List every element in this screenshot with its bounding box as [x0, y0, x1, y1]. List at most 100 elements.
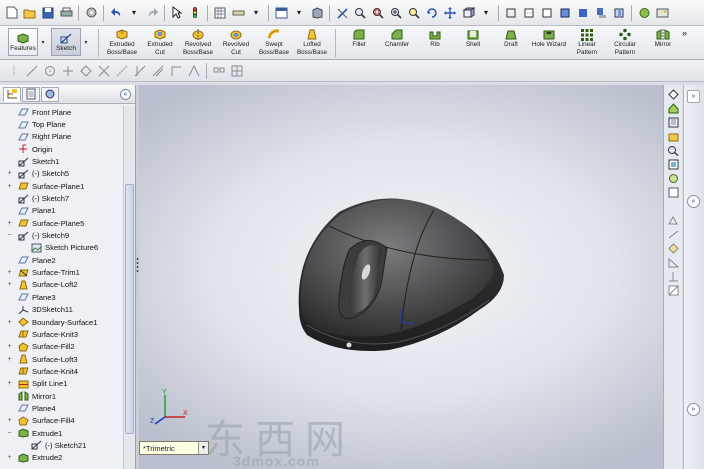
expand-toggle[interactable]: + [6, 170, 13, 177]
tree-item[interactable]: Front Plane [0, 106, 122, 118]
revolved-boss-base-button[interactable]: Revolved Boss/Base [179, 28, 217, 57]
redo-icon[interactable] [145, 6, 159, 20]
save-icon[interactable] [41, 6, 55, 20]
task-pane-more-button[interactable]: » [687, 90, 700, 103]
tree-item[interactable]: (-) Sketch21 [0, 439, 122, 451]
standard-views-icon[interactable] [461, 6, 475, 20]
wireframe-icon[interactable] [504, 6, 518, 20]
rotate-view-icon[interactable] [425, 6, 439, 20]
draft-button[interactable]: Draft [492, 28, 530, 49]
features-tab-button[interactable]: Features [8, 28, 38, 56]
grid-icon[interactable] [213, 6, 227, 20]
tree-item[interactable]: Mirror1 [0, 390, 122, 402]
hidden-lines-visible-icon[interactable] [522, 6, 536, 20]
tree-item[interactable]: + Surface-Loft2 [0, 279, 122, 291]
tree-item[interactable]: + Surface-Fill4 [0, 415, 122, 427]
chamfer-button[interactable]: Chamfer [378, 28, 416, 49]
circle-icon[interactable] [43, 64, 57, 78]
tree-item[interactable]: Plane1 [0, 205, 122, 217]
tree-item[interactable]: + Extrude2 [0, 452, 122, 464]
zoom-in-out-icon[interactable] [389, 6, 403, 20]
features-tab-dropdown[interactable]: ▾ [39, 28, 47, 56]
measure-icon[interactable] [231, 6, 245, 20]
point-icon[interactable] [61, 64, 75, 78]
line-icon[interactable] [25, 64, 39, 78]
select-arrow-icon[interactable] [170, 6, 184, 20]
design-library-icon[interactable] [667, 117, 680, 128]
pan-icon[interactable] [443, 6, 457, 20]
new-document-icon[interactable] [5, 6, 19, 20]
shaded-with-edges-icon[interactable] [558, 6, 572, 20]
real-view-icon[interactable] [612, 6, 626, 20]
polygon-icon[interactable] [79, 64, 93, 78]
toolbar-tool-icon[interactable] [667, 285, 680, 296]
expand-toggle[interactable]: + [6, 380, 13, 387]
extruded-boss-base-button[interactable]: Extruded Boss/Base [103, 28, 141, 57]
mirror-button[interactable]: Mirror [644, 28, 682, 49]
tree-item[interactable]: Plane2 [0, 254, 122, 266]
tree-item[interactable]: Top Plane [0, 118, 122, 130]
scene-icon[interactable] [655, 6, 669, 20]
expand-toggle[interactable]: + [6, 269, 13, 276]
tree-item[interactable]: − Extrude1 [0, 427, 122, 439]
tree-item[interactable]: (-) Sketch7 [0, 192, 122, 204]
expand-toggle[interactable]: + [6, 319, 13, 326]
toolbar-tool-icon[interactable] [667, 215, 680, 226]
dropdown-arrow-icon[interactable]: ▾ [292, 6, 306, 20]
tree-item[interactable]: Origin [0, 143, 122, 155]
shadows-icon[interactable] [594, 6, 608, 20]
circular-pattern-button[interactable]: Circular Pattern [606, 28, 644, 57]
view-orientation-dropdown[interactable]: *Trimetric ▾ [139, 441, 209, 455]
tree-item[interactable]: Plane4 [0, 402, 122, 414]
tree-item[interactable]: Surface-Knit3 [0, 328, 122, 340]
expand-toggle[interactable]: + [6, 281, 13, 288]
tree-item[interactable]: Right Plane [0, 131, 122, 143]
tree-item[interactable]: Surface-Knit4 [0, 365, 122, 377]
view-palette-icon[interactable] [667, 159, 680, 170]
fillet-button[interactable]: Fillet [340, 28, 378, 49]
file-explorer-icon[interactable] [667, 131, 680, 142]
feature-tree-scrollbar[interactable] [123, 106, 135, 469]
tab-property-manager[interactable] [22, 86, 40, 102]
tree-item[interactable]: + Surface-Plane5 [0, 217, 122, 229]
expand-toggle[interactable]: + [6, 356, 13, 363]
dropdown-arrow-icon[interactable]: ▾ [249, 6, 263, 20]
tree-item[interactable]: Sketch Picture6 [0, 242, 122, 254]
offset-entities-icon[interactable] [151, 64, 165, 78]
expand-toggle[interactable]: − [6, 232, 13, 239]
section-icon[interactable] [310, 6, 324, 20]
ribbon-more-arrow[interactable]: » [682, 28, 687, 38]
extruded-cut-button[interactable]: Extruded Cut [141, 28, 179, 57]
tree-item[interactable]: + Surface-Loft3 [0, 353, 122, 365]
expand-toggle[interactable]: + [6, 454, 13, 461]
construction-geometry-icon[interactable] [133, 64, 147, 78]
diamond-pin-icon[interactable] [667, 89, 680, 100]
toolbar-tool-icon[interactable] [667, 271, 680, 282]
expand-toggle[interactable]: + [6, 183, 13, 190]
expand-toggle[interactable]: + [6, 417, 13, 424]
trim-icon[interactable] [97, 64, 111, 78]
task-pane-collapse-button[interactable]: « [687, 195, 700, 208]
tree-item[interactable]: + Boundary-Surface1 [0, 316, 122, 328]
view-orientation-icon[interactable] [274, 6, 288, 20]
centerline-icon[interactable] [115, 64, 129, 78]
chevron-down-icon[interactable]: ▾ [198, 442, 208, 454]
scrollbar-thumb[interactable] [125, 184, 134, 434]
tab-feature-manager[interactable] [3, 86, 21, 102]
appearance-icon[interactable] [637, 6, 651, 20]
mirror-entities-icon[interactable] [187, 64, 201, 78]
expand-toggle[interactable]: − [6, 430, 13, 437]
toolbar-tool-icon[interactable] [667, 243, 680, 254]
computer-mouse-model[interactable] [289, 190, 509, 360]
tree-item[interactable]: + Surface-Trim1 [0, 266, 122, 278]
tree-item[interactable]: + (-) Sketch5 [0, 168, 122, 180]
search-icon[interactable] [667, 145, 680, 156]
sketch-tab-button[interactable]: Sketch [51, 28, 81, 56]
open-folder-icon[interactable] [23, 6, 37, 20]
graphics-area[interactable]: Y X Z *Trimetric ▾ 东西网 3dmox.com [139, 85, 663, 469]
feature-manager-collapse-button[interactable]: « [120, 89, 131, 100]
toolbar-tool-icon[interactable] [667, 257, 680, 268]
sketch-grid-icon[interactable] [230, 64, 244, 78]
smart-dimension-icon[interactable] [335, 6, 349, 20]
undo-icon[interactable] [109, 6, 123, 20]
